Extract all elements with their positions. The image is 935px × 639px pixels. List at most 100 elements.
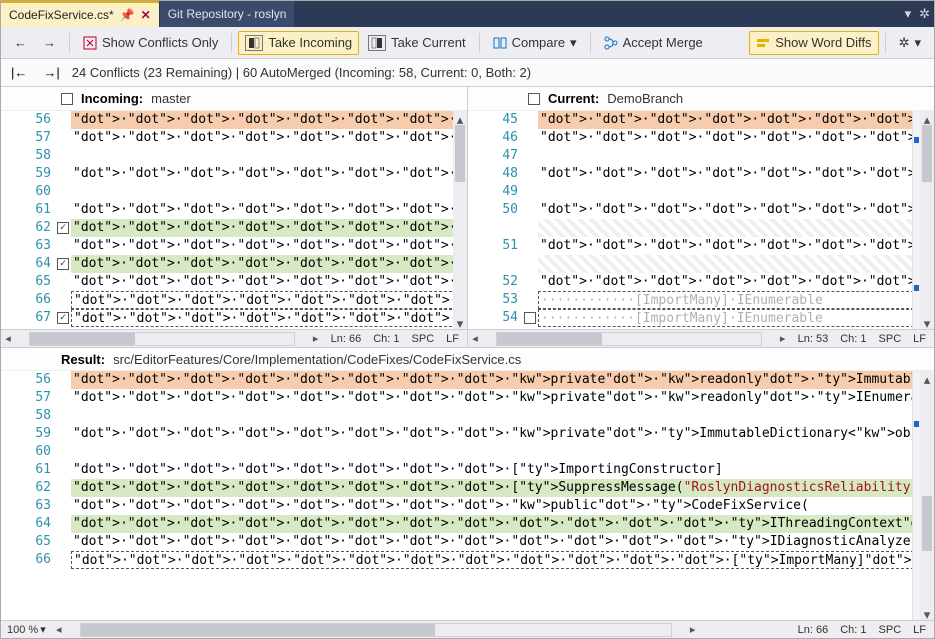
line-checkbox[interactable] [522, 111, 538, 129]
scroll-down-icon[interactable]: ▾ [453, 315, 467, 329]
line-checkbox[interactable] [55, 309, 71, 327]
line-checkbox[interactable] [522, 147, 538, 165]
line-checkbox[interactable] [55, 515, 71, 533]
code-line[interactable]: 64"dot">·"dot">·"dot">·"dot">·"dot">·"do… [1, 255, 467, 273]
line-checkbox[interactable] [55, 443, 71, 461]
code-line[interactable]: 56"dot">·"dot">·"dot">·"dot">·"dot">·"do… [1, 111, 467, 129]
pane-current-body[interactable]: 45"dot">·"dot">·"dot">·"dot">·"dot">·"do… [468, 111, 934, 329]
code-line[interactable]: 65"dot">·"dot">·"dot">·"dot">·"dot">·"do… [1, 533, 934, 551]
code-line[interactable]: 50"dot">·"dot">·"dot">·"dot">·"dot">·"do… [468, 201, 934, 219]
line-checkbox[interactable] [55, 497, 71, 515]
gear-button[interactable]: ✲▾ [892, 31, 928, 55]
line-checkbox[interactable] [55, 425, 71, 443]
scroll-left-icon[interactable]: ◂ [1, 332, 15, 345]
pin-icon[interactable]: 📌 [120, 8, 135, 22]
code-line[interactable]: 64"dot">·"dot">·"dot">·"dot">·"dot">·"do… [1, 515, 934, 533]
hscroll-current[interactable]: ◂▸ [468, 331, 790, 347]
code-line[interactable]: 60 [1, 443, 934, 461]
scroll-up-icon[interactable]: ▴ [453, 111, 467, 125]
code-line[interactable]: 58 [1, 407, 934, 425]
code-line[interactable]: 45"dot">·"dot">·"dot">·"dot">·"dot">·"do… [468, 111, 934, 129]
line-checkbox[interactable] [55, 291, 71, 309]
line-checkbox[interactable] [522, 219, 538, 237]
hscroll-result[interactable]: ◂ ▸ [52, 622, 700, 638]
vscroll-incoming[interactable]: ▴ ▾ [453, 111, 467, 329]
nav-back-button[interactable]: ← [7, 31, 34, 55]
code-line[interactable]: 57"dot">·"dot">·"dot">·"dot">·"dot">·"do… [1, 389, 934, 407]
vscroll-current[interactable]: ▴ ▾ [920, 111, 934, 329]
scroll-up-icon[interactable]: ▴ [920, 371, 934, 385]
show-conflicts-only-button[interactable]: Show Conflicts Only [76, 31, 225, 55]
pane-result-body[interactable]: 56"dot">·"dot">·"dot">·"dot">·"dot">·"do… [1, 371, 934, 620]
line-checkbox[interactable] [55, 147, 71, 165]
show-word-diffs-button[interactable]: Show Word Diffs [749, 31, 878, 55]
line-checkbox[interactable] [522, 273, 538, 291]
code-line[interactable]: 52"dot">·"dot">·"dot">·"dot">·"dot">·"do… [468, 273, 934, 291]
line-checkbox[interactable] [522, 183, 538, 201]
line-checkbox[interactable] [55, 389, 71, 407]
line-checkbox[interactable] [55, 371, 71, 389]
code-line[interactable]: 61"dot">·"dot">·"dot">·"dot">·"dot">·"do… [1, 201, 467, 219]
code-line[interactable]: 51"dot">·"dot">·"dot">·"dot">·"dot">·"do… [468, 237, 934, 255]
code-line[interactable]: 47 [468, 147, 934, 165]
close-icon[interactable]: ✕ [141, 8, 151, 22]
line-checkbox[interactable] [522, 237, 538, 255]
line-checkbox[interactable] [55, 407, 71, 425]
code-line[interactable]: 62"dot">·"dot">·"dot">·"dot">·"dot">·"do… [1, 479, 934, 497]
line-checkbox[interactable] [55, 237, 71, 255]
line-checkbox[interactable] [55, 201, 71, 219]
code-line[interactable]: 46"dot">·"dot">·"dot">·"dot">·"dot">·"do… [468, 129, 934, 147]
code-line[interactable]: 63"dot">·"dot">·"dot">·"dot">·"dot">·"do… [1, 237, 467, 255]
line-checkbox[interactable] [55, 551, 71, 569]
code-line[interactable]: 61"dot">·"dot">·"dot">·"dot">·"dot">·"do… [1, 461, 934, 479]
next-conflict-button[interactable]: →| [39, 63, 63, 82]
scroll-left-icon[interactable]: ◂ [52, 623, 66, 636]
nav-forward-button[interactable]: → [36, 31, 63, 55]
scroll-right-icon[interactable]: ▸ [309, 332, 323, 345]
code-line[interactable]: 62"dot">·"dot">·"dot">·"dot">·"dot">·"do… [1, 219, 467, 237]
gear-icon[interactable]: ✲ [919, 6, 930, 22]
accept-merge-button[interactable]: Accept Merge [597, 31, 710, 55]
code-line[interactable]: 67"dot">·"dot">·"dot">·"dot">·"dot">·"do… [1, 309, 467, 327]
line-checkbox[interactable] [55, 129, 71, 147]
line-checkbox[interactable] [55, 461, 71, 479]
current-group-checkbox[interactable] [528, 93, 540, 105]
vscroll-result[interactable]: ▴ ▾ [920, 371, 934, 620]
code-line[interactable]: 59"dot">·"dot">·"dot">·"dot">·"dot">·"do… [1, 165, 467, 183]
line-checkbox[interactable] [55, 219, 71, 237]
chevron-down-icon[interactable]: ▾ [905, 6, 912, 22]
line-checkbox[interactable] [522, 129, 538, 147]
line-checkbox[interactable] [522, 291, 538, 309]
code-line[interactable]: 59"dot">·"dot">·"dot">·"dot">·"dot">·"do… [1, 425, 934, 443]
code-line[interactable]: 49 [468, 183, 934, 201]
tab-git-repo[interactable]: Git Repository - roslyn [159, 1, 295, 27]
line-checkbox[interactable] [522, 165, 538, 183]
first-conflict-button[interactable]: |← [7, 63, 31, 82]
code-line[interactable] [468, 255, 934, 273]
line-checkbox[interactable] [55, 255, 71, 273]
code-line[interactable]: 53············[ImportMany]·IEnumerable [468, 291, 934, 309]
scroll-down-icon[interactable]: ▾ [920, 606, 934, 620]
code-line[interactable]: 48"dot">·"dot">·"dot">·"dot">·"dot">·"do… [468, 165, 934, 183]
code-line[interactable]: 57"dot">·"dot">·"dot">·"dot">·"dot">·"do… [1, 129, 467, 147]
code-line[interactable]: 60 [1, 183, 467, 201]
code-line[interactable]: 63"dot">·"dot">·"dot">·"dot">·"dot">·"do… [1, 497, 934, 515]
code-line[interactable]: 56"dot">·"dot">·"dot">·"dot">·"dot">·"do… [1, 371, 934, 389]
code-line[interactable]: 54············[ImportMany]·IEnumerable [468, 309, 934, 327]
line-checkbox[interactable] [55, 273, 71, 291]
scroll-up-icon[interactable]: ▴ [920, 111, 934, 125]
line-checkbox[interactable] [522, 255, 538, 273]
line-checkbox[interactable] [55, 183, 71, 201]
scroll-right-icon[interactable]: ▸ [686, 623, 700, 636]
hscroll-incoming[interactable]: ◂ ▸ [1, 331, 323, 347]
take-current-button[interactable]: Take Current [361, 31, 472, 55]
zoom-control[interactable]: 100 % ▾ [1, 623, 52, 636]
pane-incoming-body[interactable]: 56"dot">·"dot">·"dot">·"dot">·"dot">·"do… [1, 111, 467, 329]
tab-active-file[interactable]: CodeFixService.cs* 📌 ✕ [1, 1, 159, 27]
code-line[interactable]: 58 [1, 147, 467, 165]
code-line[interactable]: 65"dot">·"dot">·"dot">·"dot">·"dot">·"do… [1, 273, 467, 291]
scroll-down-icon[interactable]: ▾ [920, 315, 934, 329]
code-line[interactable]: 66"dot">·"dot">·"dot">·"dot">·"dot">·"do… [1, 291, 467, 309]
line-checkbox[interactable] [55, 165, 71, 183]
compare-button[interactable]: Compare ▾ [486, 31, 584, 55]
